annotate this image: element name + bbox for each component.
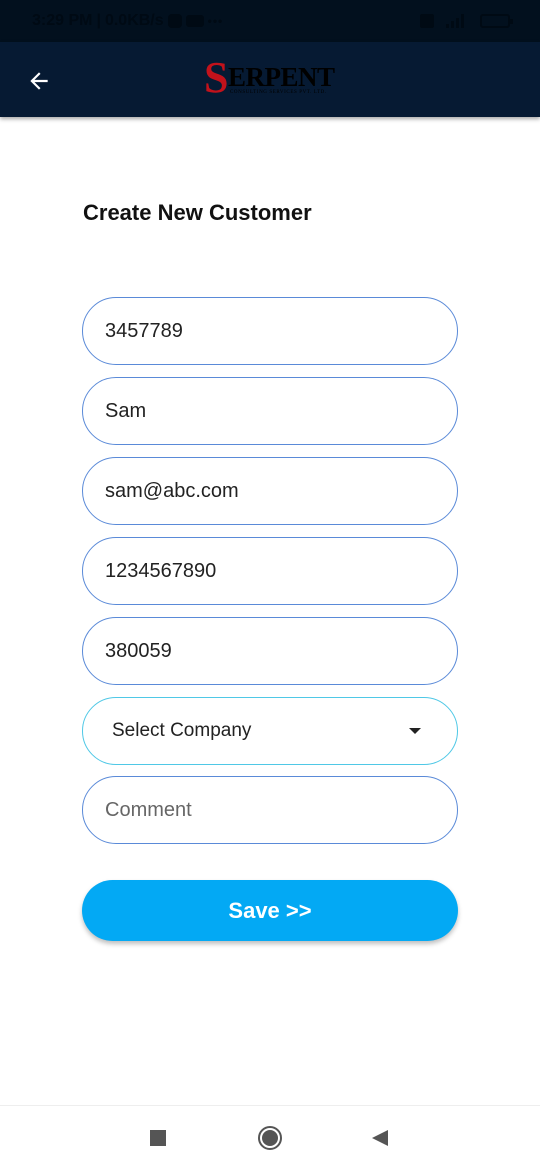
caret-down-icon: [409, 728, 421, 734]
save-button[interactable]: Save >>: [82, 880, 458, 941]
logo-tagline: CONSULTING SERVICES PVT. LTD.: [230, 90, 327, 95]
skype-icon: [167, 14, 182, 28]
customer-id-field[interactable]: [82, 297, 458, 365]
page-title: Create New Customer: [83, 200, 312, 225]
phone-field[interactable]: [82, 537, 458, 605]
logo-wordmark: ERPENT: [228, 62, 335, 92]
status-time: 3:29 PM: [32, 12, 93, 29]
status-right: [420, 14, 513, 28]
pincode-input[interactable]: [105, 639, 457, 663]
status-network-speed: 0.0KB/s: [104, 12, 164, 29]
logo-initial: S: [204, 53, 229, 102]
email-input[interactable]: [105, 479, 457, 503]
comment-field[interactable]: [82, 776, 458, 844]
battery-icon: [480, 14, 513, 28]
company-select[interactable]: Select Company: [82, 697, 458, 765]
sim-icon: [420, 14, 434, 28]
status-left: 3:29 PM | 0.0KB/s •••: [32, 12, 223, 30]
pincode-field[interactable]: [82, 617, 458, 685]
customer-id-input[interactable]: [105, 319, 457, 343]
back-triangle-icon[interactable]: [372, 1130, 388, 1146]
youtube-icon: [185, 15, 204, 27]
arrow-left-icon: [30, 72, 48, 90]
home-circle-inner: [262, 1130, 278, 1146]
more-notifications-icon: •••: [207, 14, 224, 28]
email-field[interactable]: [82, 457, 458, 525]
signal-icon: [446, 14, 468, 28]
status-bar: 3:29 PM | 0.0KB/s •••: [0, 0, 540, 42]
name-field[interactable]: [82, 377, 458, 445]
serpent-logo: S ERPENT CONSULTING SERVICES PVT. LTD.: [204, 53, 336, 102]
phone-input[interactable]: [105, 559, 457, 583]
comment-input[interactable]: [105, 798, 457, 822]
app-bar: S ERPENT CONSULTING SERVICES PVT. LTD.: [0, 42, 540, 117]
status-separator: |: [96, 12, 101, 29]
home-circle-icon[interactable]: [258, 1126, 282, 1150]
system-nav-bar: [0, 1105, 540, 1170]
company-select-value: Select Company: [112, 720, 252, 741]
recents-square-icon[interactable]: [150, 1130, 166, 1146]
back-button[interactable]: [22, 64, 56, 98]
name-input[interactable]: [105, 399, 457, 423]
